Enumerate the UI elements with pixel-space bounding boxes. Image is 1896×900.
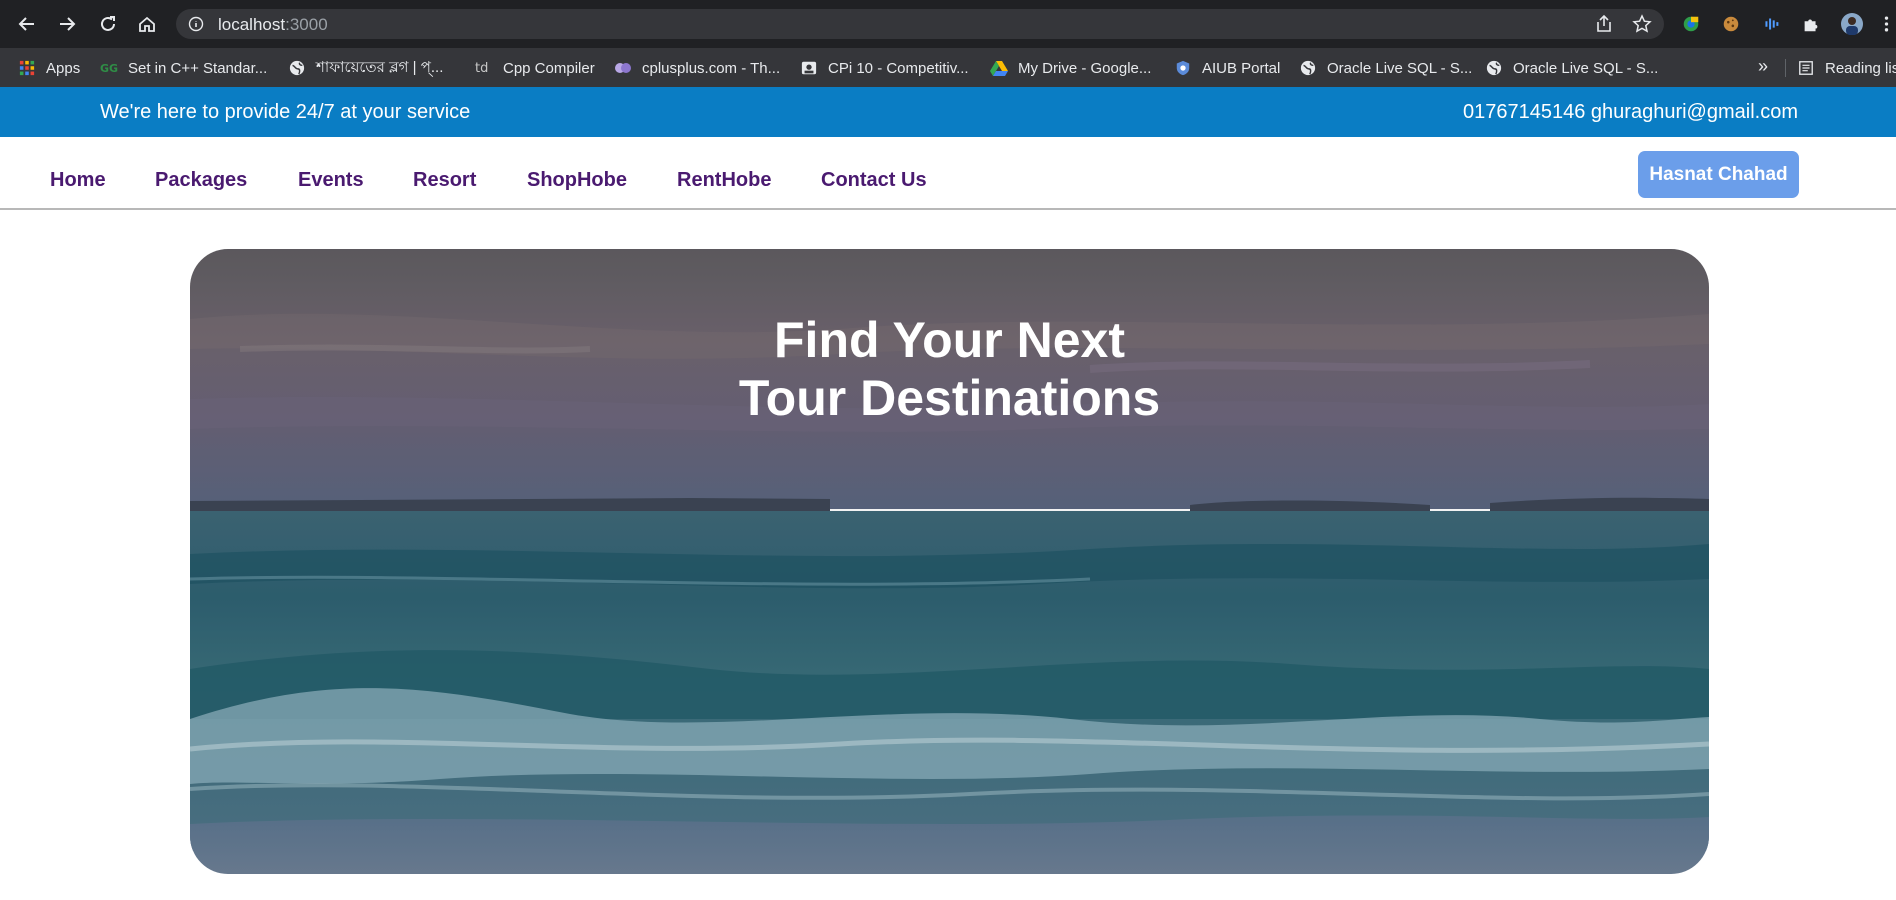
bookmark-oracle-live-sql-2[interactable]: Oracle Live SQL - S... (1485, 58, 1658, 78)
bookmark-label: My Drive - Google... (1018, 59, 1152, 77)
nav-packages[interactable]: Packages (155, 169, 247, 192)
hero-title-line1: Find Your Next (774, 312, 1125, 368)
bookmark-label: Set in C++ Standar... (128, 59, 268, 77)
bookmark-label: শাফায়েতের ব্লগ | প্... (316, 58, 444, 76)
nav-contact-us[interactable]: Contact Us (821, 169, 927, 192)
globe-icon (288, 59, 306, 77)
info-icon (188, 16, 204, 32)
aiub-shield-icon (1174, 59, 1192, 77)
bookmarks-divider (1785, 59, 1786, 77)
reading-list-label: Reading lis (1825, 59, 1896, 77)
reload-button[interactable] (96, 12, 120, 36)
bookmark-google-drive[interactable]: My Drive - Google... (990, 58, 1151, 78)
bookmark-shafaet-blog[interactable]: শাফায়েতের ব্লগ | প্... (288, 58, 443, 78)
bookmark-cplusplus[interactable]: cplusplus.com - Th... (614, 58, 780, 78)
bookmark-label: cplusplus.com - Th... (642, 59, 781, 77)
browser-menu-icon[interactable] (1878, 13, 1894, 35)
home-icon (139, 16, 155, 32)
reload-icon (101, 16, 115, 31)
url-port: :3000 (285, 15, 328, 34)
bookmark-aiub-portal[interactable]: AIUB Portal (1174, 58, 1280, 78)
bookmark-cpp-compiler[interactable]: td Cpp Compiler (475, 58, 595, 78)
globe-icon (1485, 59, 1503, 77)
bookmark-apps[interactable]: Apps (18, 58, 80, 78)
nav-resort[interactable]: Resort (413, 169, 476, 192)
bookmark-star-icon[interactable] (1632, 14, 1652, 34)
svg-text:td: td (475, 61, 488, 76)
reading-list-button[interactable]: Reading lis (1797, 58, 1896, 78)
browser-toolbar: localhost:3000 (0, 0, 1896, 48)
hero-title-line2: Tour Destinations (738, 370, 1161, 426)
nav-shophobe[interactable]: ShopHobe (527, 169, 627, 192)
bookmark-oracle-live-sql-1[interactable]: Oracle Live SQL - S... (1299, 58, 1472, 78)
google-drive-icon (990, 59, 1008, 77)
bookmarks-more-button[interactable]: » (1758, 56, 1768, 77)
bookmark-gfg[interactable]: GG Set in C++ Standar... (100, 58, 267, 78)
info-topbar: We're here to provide 24/7 at your servi… (0, 87, 1896, 137)
main-navbar: Home Packages Events Resort ShopHobe Ren… (0, 137, 1896, 210)
bookmark-cpi10[interactable]: CPi 10 - Competitiv... (800, 58, 969, 78)
bookmark-label: Cpp Compiler (503, 59, 595, 77)
reading-list-icon (1797, 59, 1815, 77)
bookmark-label: CPi 10 - Competitiv... (828, 59, 969, 77)
cplusplus-icon (614, 59, 632, 77)
url-text: localhost:3000 (218, 15, 328, 35)
extension-read-aloud-icon[interactable] (1760, 13, 1782, 35)
nav-events[interactable]: Events (298, 169, 364, 192)
bookmarks-bar: Apps GG Set in C++ Standar... শাফায়েতের … (0, 48, 1896, 87)
url-host: localhost (218, 15, 286, 34)
back-button[interactable] (15, 12, 39, 36)
user-profile-button[interactable]: Hasnat Chahad (1638, 151, 1799, 198)
bookmark-label: Oracle Live SQL - S... (1327, 59, 1473, 77)
extension-cookie-icon[interactable] (1720, 13, 1742, 35)
nav-home[interactable]: Home (50, 169, 106, 192)
apps-grid-icon (18, 59, 36, 77)
extensions-puzzle-icon[interactable] (1800, 13, 1822, 35)
profile-avatar[interactable] (1841, 13, 1863, 35)
back-arrow-icon (18, 17, 34, 31)
address-bar[interactable]: localhost:3000 (176, 9, 1664, 39)
extension-ccleaner-icon[interactable] (1680, 13, 1702, 35)
contact-info: 01767145146 ghuraghuri@gmail.com (1463, 101, 1798, 123)
home-button[interactable] (135, 12, 159, 36)
bookmark-label: Apps (46, 59, 81, 77)
share-icon[interactable] (1594, 14, 1614, 34)
bookmark-label: AIUB Portal (1202, 59, 1281, 77)
nav-renthobe[interactable]: RentHobe (677, 169, 771, 192)
td-icon: td (475, 59, 493, 77)
svg-text:GG: GG (100, 62, 118, 75)
browser-chrome: localhost:3000 Apps GG Set in C++ Standa… (0, 0, 1896, 87)
forward-button[interactable] (55, 12, 79, 36)
forward-arrow-icon (60, 17, 76, 31)
globe-icon (1299, 59, 1317, 77)
hero-heading: Find Your Next Tour Destinations (190, 311, 1709, 427)
gfg-icon: GG (100, 59, 118, 77)
contact-card-icon (800, 59, 818, 77)
bookmark-label: Oracle Live SQL - S... (1513, 59, 1659, 77)
service-tagline: We're here to provide 24/7 at your servi… (100, 101, 471, 123)
hero-banner: Find Your Next Tour Destinations (190, 249, 1709, 874)
